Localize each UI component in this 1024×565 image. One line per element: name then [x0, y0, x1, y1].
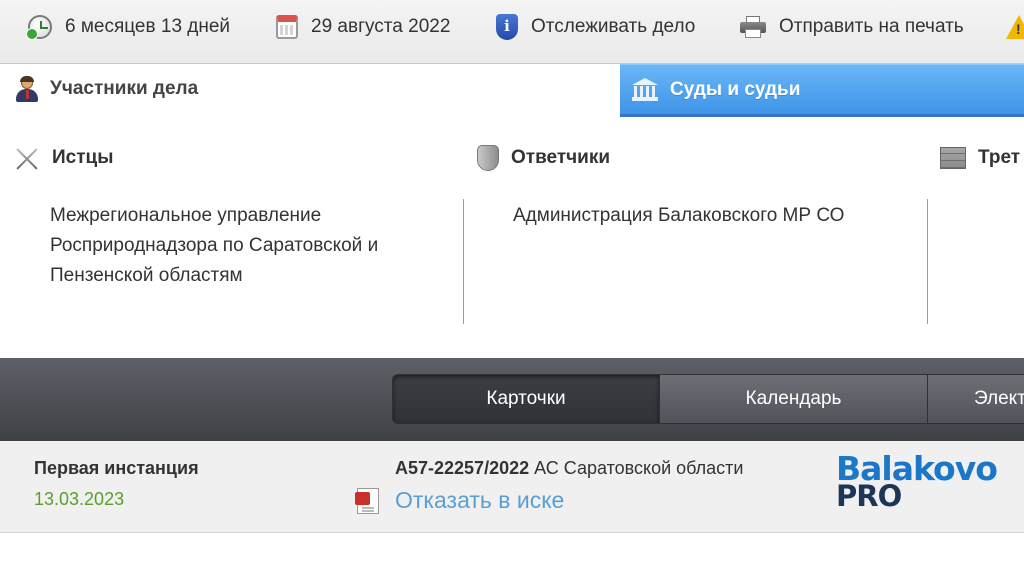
plaintiffs-title: Истцы — [52, 147, 114, 168]
defendants-header: Ответчики — [477, 140, 610, 176]
user-icon — [14, 76, 40, 102]
plaintiff-name-line: Пензенской областям — [50, 265, 243, 286]
top-toolbar: 6 месяцев 13 дней 29 августа 2022 i Отсл… — [0, 0, 1024, 64]
clock-icon — [26, 15, 52, 40]
column-divider — [463, 199, 464, 324]
courthouse-icon — [632, 77, 658, 102]
calendar-icon — [276, 15, 298, 39]
case-date: 29 августа 2022 — [276, 0, 450, 54]
plaintiff-name[interactable]: Межрегиональное управление Росприроднадз… — [50, 201, 378, 291]
print-label: Отправить на печать — [779, 16, 964, 37]
defendant-name[interactable]: Администрация Балаковского МР СО — [513, 201, 844, 231]
tab-courts[interactable]: Суды и судьи — [620, 64, 1024, 117]
tab-cards[interactable]: Карточки — [392, 374, 660, 424]
case-duration-text: 6 месяцев 13 дней — [65, 16, 231, 37]
warning-button[interactable]: ! — [1006, 0, 1024, 54]
track-case-label: Отслеживать дело — [531, 16, 696, 37]
plaintiff-name-line: Межрегиональное управление — [50, 205, 322, 226]
brick-wall-icon — [940, 147, 966, 169]
balakovo-pro-logo: Balakovo PRO — [836, 449, 998, 515]
print-button[interactable]: Отправить на печать — [740, 0, 964, 54]
tab-courts-label: Суды и судьи — [670, 78, 801, 100]
plaintiff-name-line: Росприроднадзора по Саратовской и — [50, 235, 379, 256]
decision-link[interactable]: Отказать в иске — [395, 487, 564, 514]
tab-electronic[interactable]: Элект — [928, 374, 1024, 424]
case-info: А57-22257/2022 АС Саратовской области — [395, 458, 743, 479]
case-number: А57-22257/2022 — [395, 458, 530, 478]
tab-participants[interactable]: Участники дела — [0, 64, 620, 114]
defendant-name-line: Администрация Балаковского МР СО — [513, 205, 845, 226]
tab-participants-label: Участники дела — [50, 78, 199, 99]
printer-icon — [740, 16, 766, 38]
shield-icon — [477, 145, 499, 171]
third-parties-title: Трет — [978, 147, 1021, 168]
info-shield-icon: i — [496, 14, 518, 40]
defendants-title: Ответчики — [511, 147, 611, 168]
pdf-icon[interactable] — [355, 488, 379, 514]
case-date-text: 29 августа 2022 — [311, 16, 451, 37]
column-divider — [927, 199, 928, 324]
crossed-swords-icon — [14, 145, 40, 171]
logo-line2: PRO — [836, 479, 902, 513]
case-duration: 6 месяцев 13 дней — [26, 0, 231, 54]
instance-label: Первая инстанция — [34, 458, 199, 478]
track-case-button[interactable]: i Отслеживать дело — [496, 0, 695, 54]
tab-calendar[interactable]: Календарь — [660, 374, 928, 424]
warning-icon: ! — [1006, 15, 1024, 39]
third-parties-header: Трет — [940, 140, 1020, 176]
view-switcher: Карточки Календарь Элект — [392, 374, 1024, 424]
plaintiffs-header: Истцы — [14, 140, 113, 176]
instance-date: 13.03.2023 — [34, 489, 125, 509]
court-name: АС Саратовской области — [534, 458, 744, 478]
